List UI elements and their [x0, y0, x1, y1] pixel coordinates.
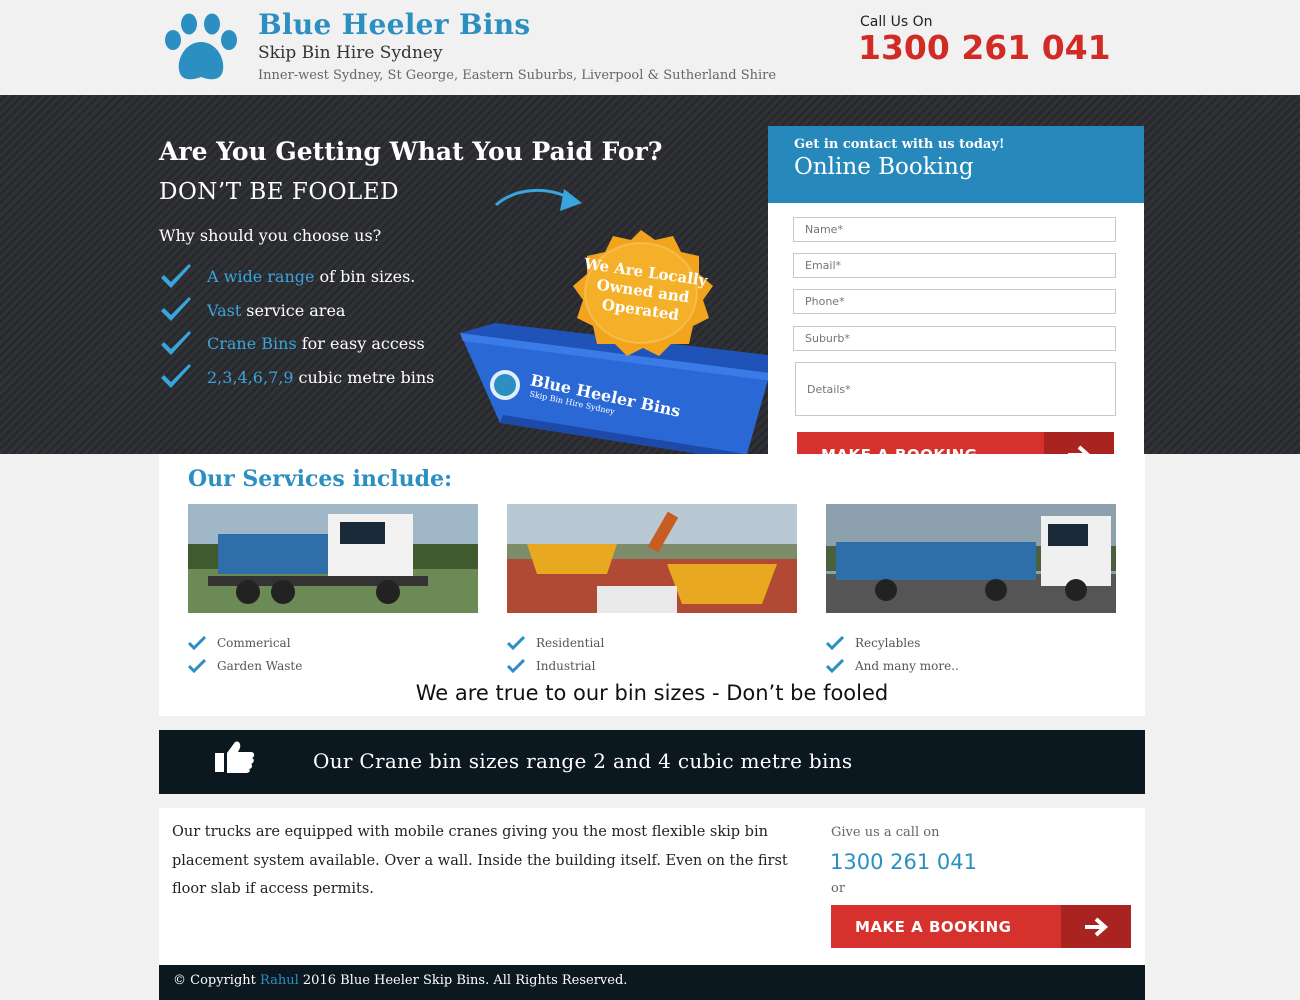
feature-highlight: A wide range [207, 267, 315, 287]
booking-kicker: Get in contact with us today! [794, 137, 1005, 152]
feature-text: of bin sizes. [319, 267, 416, 287]
check-icon [188, 659, 206, 673]
service-item: Residential [507, 636, 604, 650]
author-link[interactable]: Rahul [260, 973, 299, 988]
bins-photo-residential [507, 504, 797, 613]
feature-highlight: Crane Bins [207, 334, 297, 354]
feature-list: A wide range of bin sizes. Vast service … [159, 260, 434, 394]
email-field[interactable] [793, 253, 1116, 278]
service-item: And many more.. [826, 659, 959, 673]
site-header: Blue Heeler Bins Skip Bin Hire Sydney In… [0, 0, 1300, 95]
check-icon [161, 263, 191, 288]
check-icon [161, 364, 191, 389]
feature-highlight: Vast [207, 300, 242, 320]
check-icon [826, 636, 844, 650]
truck-photo-commercial [188, 504, 478, 613]
hero-title: Are You Getting What You Paid For? [159, 137, 663, 166]
service-label: Recylables [855, 636, 921, 650]
suburb-field[interactable] [793, 326, 1116, 351]
feature-text: for easy access [301, 334, 425, 354]
services-section: Our Services include: Commerical Garden … [159, 454, 1145, 716]
feature-item: Crane Bins for easy access [159, 327, 434, 361]
brand-tagline: Skip Bin Hire Sydney [258, 43, 443, 63]
service-item: Commerical [188, 636, 291, 650]
button-label: MAKE A BOOKING [855, 917, 1012, 936]
name-field[interactable] [793, 217, 1116, 242]
bin-size-tagline: We are true to our bin sizes - Don’t be … [415, 681, 889, 705]
copyright-prefix: © Copyright [173, 973, 256, 988]
paw-icon[interactable] [160, 12, 242, 84]
service-label: Garden Waste [217, 659, 303, 673]
crane-description: Our trucks are equipped with mobile cran… [172, 824, 788, 897]
feature-text: cubic metre bins [298, 367, 435, 387]
service-areas: Inner-west Sydney, St George, Eastern Su… [258, 68, 777, 83]
feature-text: service area [246, 300, 346, 320]
booking-form: Get in contact with us today! Online Boo… [768, 126, 1144, 486]
why-heading: Why should you choose us? [159, 226, 382, 245]
copyright-suffix: 2016 Blue Heeler Skip Bins. All Rights R… [302, 973, 628, 988]
check-icon [161, 297, 191, 322]
make-booking-button-secondary[interactable]: MAKE A BOOKING [831, 905, 1131, 948]
service-item: Garden Waste [188, 659, 302, 673]
booking-header: Get in contact with us today! Online Boo… [768, 126, 1144, 203]
check-icon [161, 330, 191, 355]
service-label: Industrial [536, 659, 596, 673]
service-label: And many more.. [855, 659, 959, 673]
brand-name[interactable]: Blue Heeler Bins [258, 8, 530, 41]
check-icon [507, 636, 525, 650]
service-item: Recylables [826, 636, 920, 650]
or-label: or [831, 881, 846, 896]
check-icon [507, 659, 525, 673]
truck-photo-recyclables [826, 504, 1116, 613]
service-item: Industrial [507, 659, 595, 673]
arrow-right-icon [1061, 905, 1131, 948]
curved-arrow-icon [495, 188, 582, 211]
crane-banner: Our Crane bin sizes range 2 and 4 cubic … [159, 730, 1145, 794]
check-icon [188, 636, 206, 650]
info-section: Our trucks are equipped with mobile cran… [159, 808, 1145, 965]
header-phone-link[interactable]: 1300 261 041 [858, 28, 1111, 67]
hero-subtitle: DON’T BE FOOLED [159, 179, 400, 205]
feature-item: 2,3,4,6,7,9 cubic metre bins [159, 361, 434, 395]
details-field[interactable] [795, 362, 1116, 416]
info-phone-link[interactable]: 1300 261 041 [830, 850, 977, 874]
feature-highlight: 2,3,4,6,7,9 [207, 367, 294, 387]
feature-item: A wide range of bin sizes. [159, 260, 434, 294]
service-label: Residential [536, 636, 605, 650]
service-label: Commerical [217, 636, 291, 650]
give-call-label: Give us a call on [831, 825, 940, 840]
site-footer: © Copyright Rahul 2016 Blue Heeler Skip … [159, 965, 1145, 1000]
feature-item: Vast service area [159, 294, 434, 328]
booking-title: Online Booking [794, 154, 974, 180]
check-icon [826, 659, 844, 673]
copyright-text: © Copyright Rahul 2016 Blue Heeler Skip … [173, 973, 627, 988]
phone-field[interactable] [793, 289, 1116, 314]
thumbs-up-icon [215, 741, 255, 773]
services-title: Our Services include: [188, 466, 453, 492]
banner-text: Our Crane bin sizes range 2 and 4 cubic … [313, 749, 853, 773]
